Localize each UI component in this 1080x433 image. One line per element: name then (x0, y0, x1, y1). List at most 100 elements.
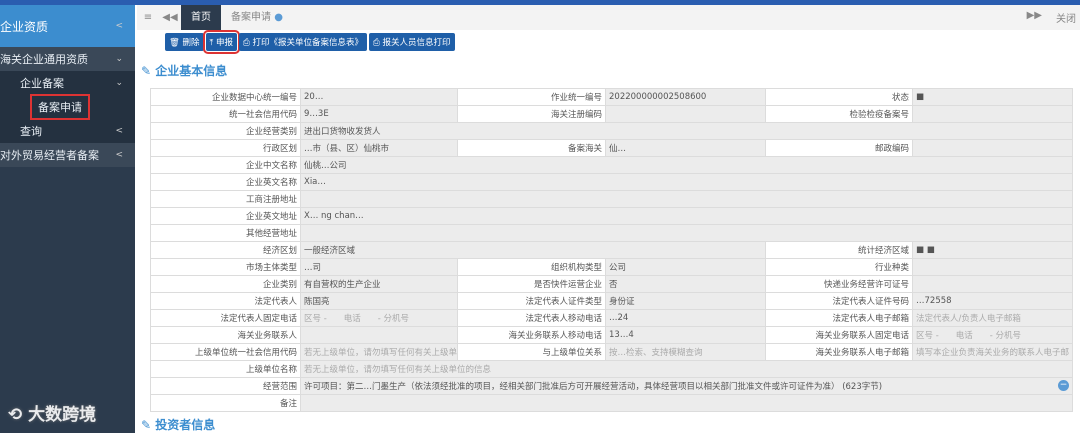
field-label: 企业数据中心统一编号 (150, 88, 301, 106)
collapse-icon[interactable]: − (1058, 380, 1069, 391)
field-value[interactable]: …司 (300, 258, 458, 276)
table-row: 其他经营地址 (150, 224, 1073, 242)
field-value-text: 9…3E (304, 109, 329, 119)
field-value[interactable] (300, 224, 1073, 242)
field-value[interactable]: 区号 - 电话 - 分机号 (912, 326, 1073, 344)
field-value-text: 一般经济区域 (304, 246, 356, 256)
field-value[interactable]: 填写本企业负责海关业务的联系人电子邮 (912, 343, 1073, 361)
sidebar-item-filing-application[interactable]: 备案申请 (0, 94, 135, 120)
field-label: 企业经营类别 (150, 122, 301, 140)
sidebar-item-customs-general[interactable]: 海关企业通用资质 ⌄ (0, 47, 135, 71)
print-unit-info-button[interactable]: ⎙ 打印《报关单位备案信息表》 (239, 33, 368, 51)
field-value[interactable]: 身份证 (605, 292, 766, 310)
field-value[interactable]: 仙桃…公司 (300, 156, 1073, 174)
field-value[interactable]: 陈国亮 (300, 292, 458, 310)
tab-home[interactable]: 首页 (181, 5, 221, 30)
table-row: 法定代表人固定电话 区号 - 电话 - 分机号 法定代表人移动电话 …24 法定代表人电… (150, 309, 1073, 327)
field-value[interactable]: 进出口货物收发货人 (300, 122, 1073, 140)
field-value[interactable] (300, 394, 1073, 412)
field-label: 经济区划 (150, 241, 301, 259)
field-value[interactable]: …72558 (912, 292, 1073, 310)
field-value[interactable]: 法定代表人/负责人电子邮箱 (912, 309, 1073, 327)
field-value[interactable]: 公司 (605, 258, 766, 276)
table-row: 企业英文地址 X… ng chan… (150, 207, 1073, 225)
menu-icon[interactable]: ≡ (137, 12, 159, 23)
table-row: 企业类别 有自营权的生产企业 是否快件运营企业否 快递业务经营许可证号 (150, 275, 1073, 293)
field-value[interactable] (300, 190, 1073, 208)
field-value[interactable] (912, 105, 1073, 123)
tab-bar: ≡ ◀◀ 首页 备案申请 ● ▶▶ 关闭 (137, 5, 1080, 30)
field-value[interactable]: 若无上级单位，请勿填写任何有关上级单 (300, 343, 458, 361)
delete-button[interactable]: 🗑 删除 (165, 33, 204, 51)
section-basic-info: ✎ 企业基本信息 (141, 62, 227, 79)
field-value[interactable]: Xia… (300, 173, 1073, 191)
sidebar-header[interactable]: 企业资质 < (0, 5, 135, 47)
field-value[interactable] (912, 258, 1073, 276)
field-value[interactable]: 否 (605, 275, 766, 293)
field-label: 上级单位统一社会信用代码 (150, 343, 301, 361)
watermark-text: 大数跨境 (28, 405, 97, 425)
table-row: 海关业务联系人 海关业务联系人移动电话 13…4 海关业务联系人固定电话 区号 - 电话… (150, 326, 1073, 344)
field-value[interactable]: …市（县、区）仙桃市 (300, 139, 458, 157)
field-value-text: 陈国亮 (304, 297, 330, 307)
table-row: 法定代表人 陈国亮 法定代表人证件类型 身份证 法定代表人证件号码 …72558 (150, 292, 1073, 310)
field-value[interactable]: 202200000002508600 (605, 88, 766, 106)
field-value-text: Xia… (304, 177, 326, 187)
sidebar-item-label: 查询 (20, 125, 42, 138)
table-row: 统一社会信用代码 9…3E 海关注册编码 检验检疫备案号 (150, 105, 1073, 123)
field-value-text: ■ ■ (916, 245, 935, 255)
enterprise-info-table: 企业数据中心统一编号 20… 作业统一编号 202200000002508600 状态 ■… (150, 88, 1073, 412)
chevron-left-icon: < (115, 126, 123, 136)
field-value[interactable]: 一般经济区域 (300, 241, 766, 259)
table-row: 企业经营类别 进出口货物收发货人 (150, 122, 1073, 140)
scroll-left-icon[interactable]: ◀◀ (159, 12, 181, 23)
section-title: 企业基本信息 (155, 64, 228, 78)
table-row: 上级单位统一社会信用代码 若无上级单位，请勿填写任何有关上级单 与上级单位关系 按…检… (150, 343, 1073, 361)
field-value[interactable]: 13…4 (605, 326, 766, 344)
field-value[interactable] (912, 275, 1073, 293)
field-value-text: 有自营权的生产企业 (304, 280, 381, 290)
field-value[interactable]: 区号 - 电话 - 分机号 (300, 309, 458, 327)
submit-button[interactable]: ⤒ 申报 (202, 30, 241, 54)
table-row: 经济区划 一般经济区域 统计经济区域 ■ ■ (150, 241, 1073, 259)
main-content: ≡ ◀◀ 首页 备案申请 ● ▶▶ 关闭 🗑 删除 ⤒ 申报 ⎙ 打印《报关单位备… (137, 5, 1080, 433)
table-row: 市场主体类型 …司 组织机构类型 公司 行业种类 (150, 258, 1073, 276)
field-value[interactable] (605, 105, 766, 123)
field-value[interactable]: X… ng chan… (300, 207, 1073, 225)
chevron-down-icon: ⌄ (115, 54, 123, 64)
field-value[interactable]: 若无上级单位，请勿填写任何有关上级单位的信息 (300, 360, 1073, 378)
field-value-text: 区号 - 电话 - 分机号 (304, 314, 410, 324)
field-value[interactable]: 许可项目：第二…门墨生产（依法须经批准的项目，经相关部门批准后方可开展经营活动，… (300, 377, 1073, 395)
sidebar-item-label: 对外贸易经营者备案 (0, 149, 99, 162)
field-label: 备案海关 (457, 139, 606, 157)
field-value[interactable]: 有自营权的生产企业 (300, 275, 458, 293)
field-value-text: 20… (304, 92, 324, 102)
sidebar-item-query[interactable]: 查询 < (0, 119, 135, 143)
field-value-text: 公司 (609, 263, 627, 273)
chevron-left-icon: < (115, 21, 123, 31)
toolbar: 🗑 删除 ⤒ 申报 ⎙ 打印《报关单位备案信息表》 ⎙ 报关人员信息打印 (165, 30, 455, 54)
field-value[interactable] (912, 139, 1073, 157)
field-label: 法定代表人 (150, 292, 301, 310)
scroll-right-icon[interactable]: ▶▶ (1027, 10, 1042, 25)
field-value[interactable]: ■ (912, 88, 1073, 106)
field-label: 法定代表人固定电话 (150, 309, 301, 327)
field-label: 行业种类 (765, 258, 913, 276)
tab-filing-application[interactable]: 备案申请 ● (221, 5, 293, 30)
field-value[interactable] (300, 326, 458, 344)
field-value[interactable]: 按…检索、支持模糊查询 (605, 343, 766, 361)
print-personnel-button[interactable]: ⎙ 报关人员信息打印 (369, 33, 455, 51)
field-value[interactable]: 20… (300, 88, 458, 106)
field-value[interactable]: 仙… (605, 139, 766, 157)
field-value[interactable]: …24 (605, 309, 766, 327)
close-tab-icon[interactable]: ● (274, 12, 283, 23)
edit-icon: ✎ (141, 64, 152, 78)
field-value-text: 仙桃…公司 (304, 161, 347, 171)
field-value[interactable]: 9…3E (300, 105, 458, 123)
sidebar-item-foreign-trade[interactable]: 对外贸易经营者备案 < (0, 143, 135, 167)
field-label: 市场主体类型 (150, 258, 301, 276)
sidebar-item-enterprise-filing[interactable]: 企业备案 ⌄ (0, 71, 135, 95)
field-label: 组织机构类型 (457, 258, 606, 276)
field-value[interactable]: ■ ■ (912, 241, 1073, 259)
close-others-button[interactable]: 关闭 (1056, 10, 1076, 25)
